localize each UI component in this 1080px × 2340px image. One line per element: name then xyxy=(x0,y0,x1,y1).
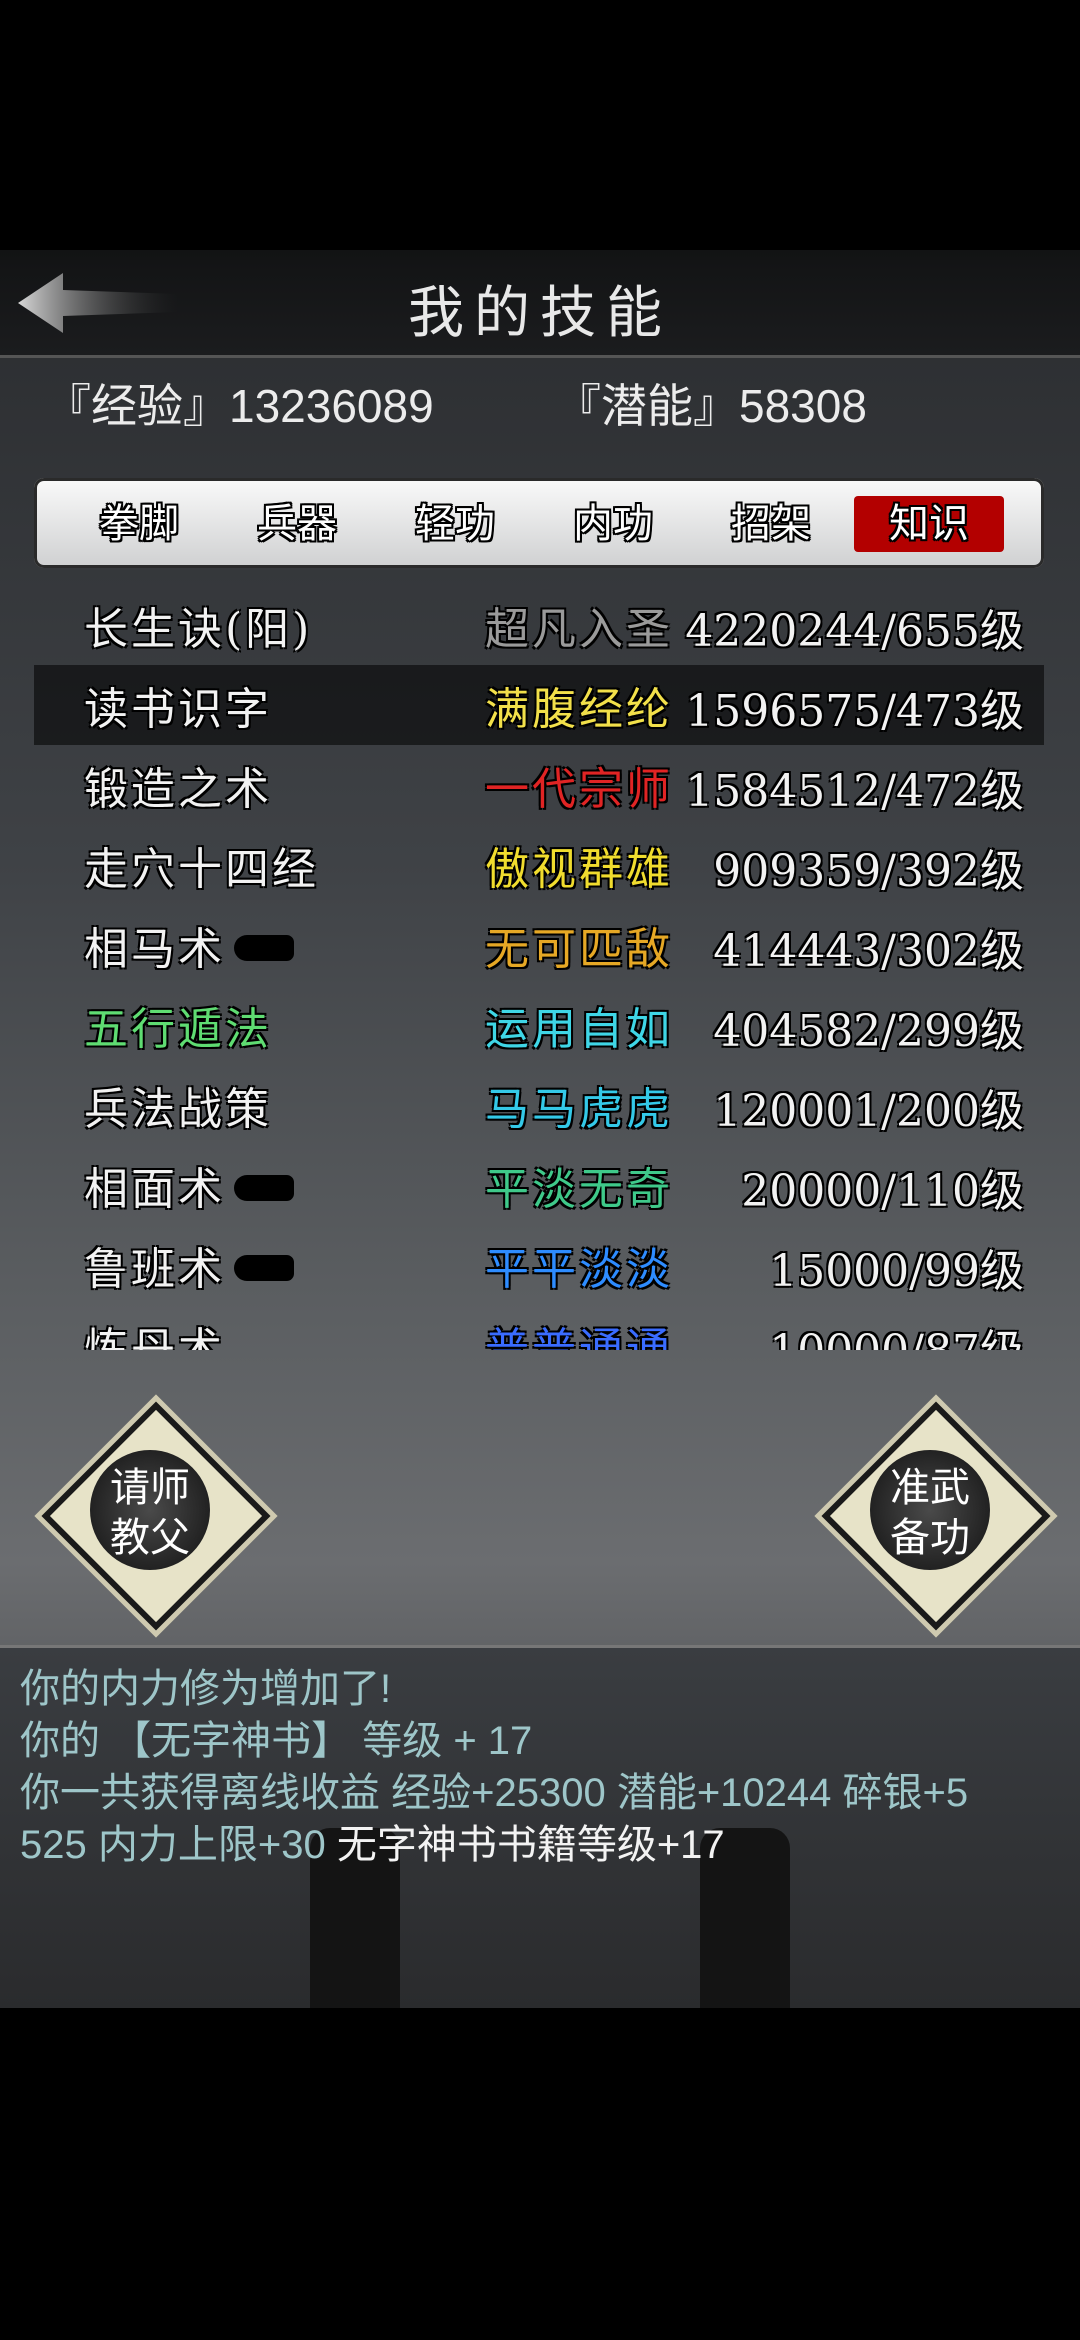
skill-name: 相面术 xyxy=(84,1164,225,1215)
skill-grade: 一代宗师 xyxy=(485,764,673,815)
header-bar: 我的技能 xyxy=(0,250,1080,358)
tab-inner[interactable]: 内功 xyxy=(538,496,688,552)
tab-weapon[interactable]: 兵器 xyxy=(222,496,372,552)
seek-master-label: 请师 教父 xyxy=(110,1466,190,1560)
skill-level: 120001/200级 xyxy=(713,1086,1024,1137)
potential-value: 『潜能』58308 xyxy=(555,380,867,432)
skill-grade: 运用自如 xyxy=(485,1004,673,1055)
skill-name: 锻造之术 xyxy=(84,764,272,815)
skill-row[interactable]: 炼丹术 普普通通 10000/87级 xyxy=(34,1305,1044,1350)
log-line-4-part-1: 525 内力上限+30 xyxy=(20,1823,337,1867)
skill-grade: 平平淡淡 xyxy=(485,1244,673,1295)
experience-value: 『经验』13236089 xyxy=(45,380,434,432)
prepare-skill-label: 准武 备功 xyxy=(890,1466,970,1560)
skill-name: 走穴十四经 xyxy=(84,844,319,895)
skill-name: 五行遁法 xyxy=(84,1004,272,1055)
log-line-4-part-2: 无字神书书籍等级+17 xyxy=(336,1823,725,1867)
brush-mark xyxy=(234,935,294,961)
skill-row[interactable]: 锻造之术 一代宗师 1584512/472级 xyxy=(34,745,1044,825)
tab-knowledge[interactable]: 知识 xyxy=(854,496,1004,552)
log-line-3: 你一共获得离线收益 经验+25300 潜能+10244 碎银+5 xyxy=(20,1771,969,1815)
skill-name: 炼丹术 xyxy=(84,1324,225,1350)
brush-mark xyxy=(234,1255,294,1281)
skill-level: 4220244/655级 xyxy=(685,606,1024,657)
skill-grade: 平淡无奇 xyxy=(485,1164,673,1215)
skill-row[interactable]: 相面术 平淡无奇 20000/110级 xyxy=(34,1145,1044,1225)
prepare-skill-button[interactable]: 准武 备功 xyxy=(821,1401,1051,1631)
skill-level: 20000/110级 xyxy=(741,1166,1024,1217)
skill-list: 长生诀(阳) 超凡入圣 4220244/655级读书识字 满腹经纶 1596575/47… xyxy=(34,585,1044,1350)
skill-level: 1596575/473级 xyxy=(685,686,1024,737)
skill-row[interactable]: 长生诀(阳) 超凡入圣 4220244/655级 xyxy=(34,585,1044,665)
skill-level: 15000/99级 xyxy=(769,1246,1024,1297)
skill-row[interactable]: 鲁班术 平平淡淡 15000/99级 xyxy=(34,1225,1044,1305)
skill-level: 10000/87级 xyxy=(769,1315,1024,1350)
seek-master-button[interactable]: 请师 教父 xyxy=(41,1401,271,1631)
skill-level: 414443/302级 xyxy=(713,926,1024,977)
skill-grade: 马马虎虎 xyxy=(485,1084,673,1135)
skill-row[interactable]: 读书识字 满腹经纶 1596575/473级 xyxy=(34,665,1044,745)
skill-grade: 满腹经纶 xyxy=(485,684,673,735)
skill-grade: 普普通通 xyxy=(485,1324,673,1350)
skill-name: 读书识字 xyxy=(84,684,272,735)
tab-lightness[interactable]: 轻功 xyxy=(380,496,530,552)
skill-name: 兵法战策 xyxy=(84,1084,272,1135)
log-line-4: 525 内力上限+30 无字神书书籍等级+17 xyxy=(20,1812,725,1870)
skill-row[interactable]: 五行遁法 运用自如 404582/299级 xyxy=(34,985,1044,1065)
page-title: 我的技能 xyxy=(408,281,672,346)
log-line-2: 你的 【无字神书】 等级 + 17 xyxy=(20,1719,533,1763)
tab-fist[interactable]: 拳脚 xyxy=(64,496,214,552)
skill-level: 404582/299级 xyxy=(713,1006,1024,1057)
skill-level: 909359/392级 xyxy=(713,846,1024,897)
brush-mark xyxy=(234,1175,294,1201)
skill-name: 相马术 xyxy=(84,924,225,975)
game-screen: 我的技能 『经验』13236089 『潜能』58308 拳脚 兵器 轻功 内功 … xyxy=(0,250,1080,2008)
message-log: 你的内力修为增加了! 你的 【无字神书】 等级 + 17 你一共获得离线收益 经… xyxy=(0,1645,1080,2008)
tab-parry[interactable]: 招架 xyxy=(696,496,846,552)
skill-level: 1584512/472级 xyxy=(685,766,1024,817)
skill-row[interactable]: 兵法战策 马马虎虎 120001/200级 xyxy=(34,1065,1044,1145)
log-line-1: 你的内力修为增加了! xyxy=(20,1667,392,1711)
skill-row[interactable]: 走穴十四经 傲视群雄 909359/392级 xyxy=(34,825,1044,905)
skill-row[interactable]: 相马术 无可匹敌 414443/302级 xyxy=(34,905,1044,985)
category-tabs: 拳脚 兵器 轻功 内功 招架 知识 xyxy=(34,478,1044,568)
stats-bar: 『经验』13236089 『潜能』58308 xyxy=(45,370,867,436)
skill-name: 鲁班术 xyxy=(84,1244,225,1295)
skill-grade: 无可匹敌 xyxy=(485,924,673,975)
skill-name: 长生诀(阳) xyxy=(84,604,313,655)
skill-grade: 超凡入圣 xyxy=(485,604,673,655)
skill-grade: 傲视群雄 xyxy=(485,844,673,895)
